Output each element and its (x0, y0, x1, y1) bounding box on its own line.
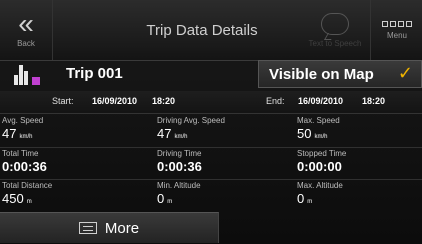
visible-on-map-label: Visible on Map (269, 65, 374, 83)
stat-value: 47 (2, 126, 17, 141)
end-label: End: (266, 96, 285, 106)
trip-data-details-screen: « Back Trip Data Details Text to Speech … (0, 0, 422, 244)
back-chevron-icon: « (18, 7, 33, 39)
stat-value: 47 (157, 126, 172, 141)
end-date: 16/09/2010 (298, 96, 344, 106)
back-button[interactable]: « Back (0, 0, 53, 60)
speech-bubble-icon (321, 12, 349, 35)
menu-button[interactable]: Menu (370, 0, 422, 60)
stat-driving-avg-speed: Driving Avg. Speed 47 km/h (157, 116, 297, 141)
start-label: Start: (52, 96, 74, 106)
end-time: 18:20 (362, 96, 386, 106)
stat-unit: m (307, 199, 313, 205)
stat-max-altitude: Max. Altitude 0m (297, 181, 422, 206)
visible-on-map-toggle[interactable]: Visible on Map ✓ (258, 60, 422, 88)
stat-label: Driving Time (157, 149, 202, 158)
stat-label: Total Time (2, 149, 39, 158)
stat-total-time: Total Time 0:00:36 (2, 149, 142, 174)
stat-label: Max. Altitude (297, 181, 343, 190)
stat-value: 0 (297, 191, 305, 206)
stat-value: 50 (297, 126, 312, 141)
stat-stopped-time: Stopped Time 0:00:00 (297, 149, 422, 174)
start-date: 16/09/2010 (92, 96, 138, 106)
stat-driving-time: Driving Time 0:00:36 (157, 149, 297, 174)
stat-value: 0:00:36 (157, 159, 202, 174)
back-label: Back (17, 38, 35, 48)
stat-min-altitude: Min. Altitude 0m (157, 181, 297, 206)
stat-unit: km/h (314, 134, 328, 140)
row-divider (0, 179, 422, 180)
stat-label: Driving Avg. Speed (157, 116, 225, 125)
stat-label: Stopped Time (297, 149, 347, 158)
stat-value: 450 (2, 191, 24, 206)
tts-label: Text to Speech (308, 38, 362, 48)
trip-dates: Start: 16/09/2010 18:20 End: 16/09/2010 … (0, 91, 422, 114)
checkmark-icon: ✓ (397, 63, 413, 83)
stat-label: Min. Altitude (157, 181, 201, 190)
text-to-speech-button[interactable]: Text to Speech (300, 0, 370, 60)
stat-label: Avg. Speed (2, 116, 44, 125)
stat-unit: m (26, 199, 32, 205)
stat-value: 0:00:00 (297, 159, 342, 174)
stat-max-speed: Max. Speed 50 km/h (297, 116, 422, 141)
more-button[interactable]: More (0, 212, 219, 243)
stat-unit: m (167, 199, 173, 205)
stat-unit: km/h (174, 134, 188, 140)
stat-unit: km/h (19, 134, 33, 140)
menu-grid-icon (382, 20, 412, 27)
stat-avg-speed: Avg. Speed 47 km/h (2, 116, 142, 141)
stat-label: Total Distance (2, 181, 53, 190)
trip-chart-icon (14, 63, 40, 85)
stat-total-distance: Total Distance 450 m (2, 181, 142, 206)
stat-value: 0 (157, 191, 165, 206)
more-list-icon (78, 222, 97, 234)
row-divider (0, 147, 422, 148)
stat-value: 0:00:36 (2, 159, 47, 174)
menu-label: Menu (386, 30, 407, 40)
header-bar: « Back Trip Data Details Text to Speech … (0, 0, 422, 61)
trip-name: Trip 001 (66, 65, 123, 82)
start-time: 18:20 (152, 96, 176, 106)
more-label: More (104, 219, 140, 237)
stat-label: Max. Speed (297, 116, 340, 125)
